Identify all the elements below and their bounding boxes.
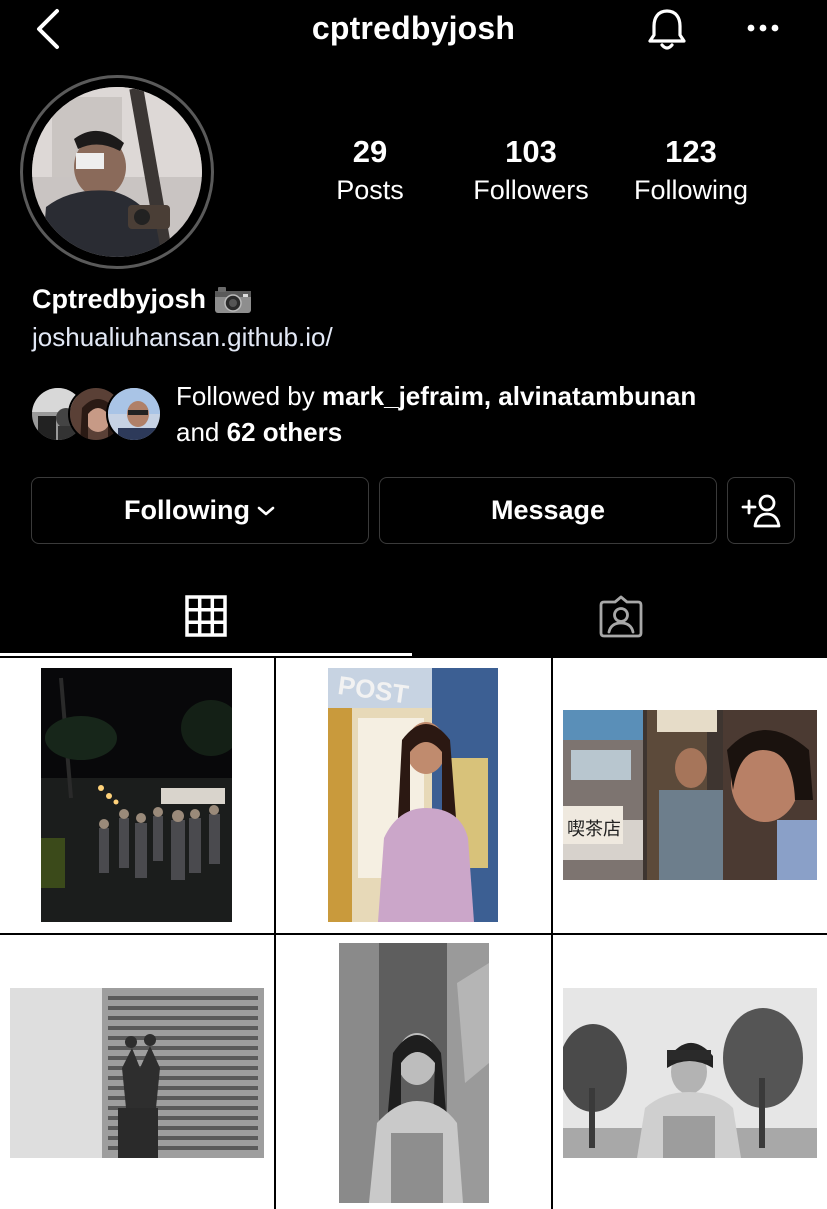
notifications-button[interactable] xyxy=(640,4,694,56)
active-tab-indicator xyxy=(0,653,412,656)
more-horizontal-icon xyxy=(747,24,779,32)
followed-by-others: 62 others xyxy=(226,417,343,447)
back-button[interactable] xyxy=(28,4,68,54)
following-count: 123 xyxy=(665,134,717,169)
grid-post[interactable]: 喫茶店 xyxy=(553,658,827,933)
posts-grid: POST 喫茶店 xyxy=(0,658,827,1209)
following-label: Following xyxy=(633,175,749,205)
grid-icon xyxy=(185,595,227,637)
followed-by-middle: and xyxy=(176,417,227,447)
chevron-down-icon xyxy=(257,506,275,515)
profile-tabs xyxy=(0,576,827,656)
grid-post[interactable] xyxy=(276,935,551,1209)
bell-icon xyxy=(648,9,686,50)
grid-post[interactable] xyxy=(0,935,274,1209)
bio-link[interactable]: joshualiuhansan.github.io/ xyxy=(32,322,333,353)
followers-count: 103 xyxy=(505,134,557,169)
post-thumbnail: 喫茶店 xyxy=(563,710,817,880)
suggest-people-button[interactable] xyxy=(727,477,795,544)
message-button-label: Message xyxy=(490,495,606,525)
display-name-text: Cptredbyjosh xyxy=(32,284,207,314)
grid-post[interactable] xyxy=(553,935,827,1209)
post-thumbnail xyxy=(339,943,489,1203)
grid-post[interactable]: POST xyxy=(276,658,551,933)
following-stat[interactable]: 123 Following xyxy=(611,132,771,208)
camera-icon xyxy=(215,286,252,313)
followed-by-text[interactable]: Followed by mark_jefraim, alvinatambunan… xyxy=(176,378,796,450)
followers-stat[interactable]: 103 Followers xyxy=(451,132,611,208)
following-button[interactable]: Following xyxy=(31,477,369,544)
mutual-followers-avatars[interactable] xyxy=(30,386,162,444)
tagged-person-icon xyxy=(599,595,642,638)
posts-stat[interactable]: 29 Posts xyxy=(290,132,450,208)
top-bar: cptredbyjosh xyxy=(0,0,827,60)
post-thumbnail xyxy=(563,988,817,1158)
followed-by-prefix: Followed by xyxy=(176,381,322,411)
tab-posts-grid[interactable] xyxy=(0,576,412,656)
following-button-label: Following xyxy=(124,495,250,525)
profile-username-title: cptredbyjosh xyxy=(311,10,516,46)
posts-count: 29 xyxy=(352,134,388,169)
chevron-left-icon xyxy=(37,9,59,49)
posts-label: Posts xyxy=(336,175,404,205)
mutual-avatar xyxy=(106,386,162,442)
post-thumbnail: POST xyxy=(328,668,498,922)
display-name: Cptredbyjosh xyxy=(32,284,252,315)
message-button[interactable]: Message xyxy=(379,477,717,544)
followed-by-names: mark_jefraim, alvinatambunan xyxy=(321,381,697,411)
profile-avatar[interactable] xyxy=(32,87,202,257)
svg-text:喫茶店: 喫茶店 xyxy=(567,819,621,840)
post-thumbnail xyxy=(41,668,232,922)
more-options-button[interactable] xyxy=(740,8,786,48)
followers-label: Followers xyxy=(473,175,589,205)
post-thumbnail xyxy=(10,988,264,1158)
add-person-icon xyxy=(741,494,781,527)
tab-tagged[interactable] xyxy=(414,576,827,656)
grid-post[interactable] xyxy=(0,658,274,933)
